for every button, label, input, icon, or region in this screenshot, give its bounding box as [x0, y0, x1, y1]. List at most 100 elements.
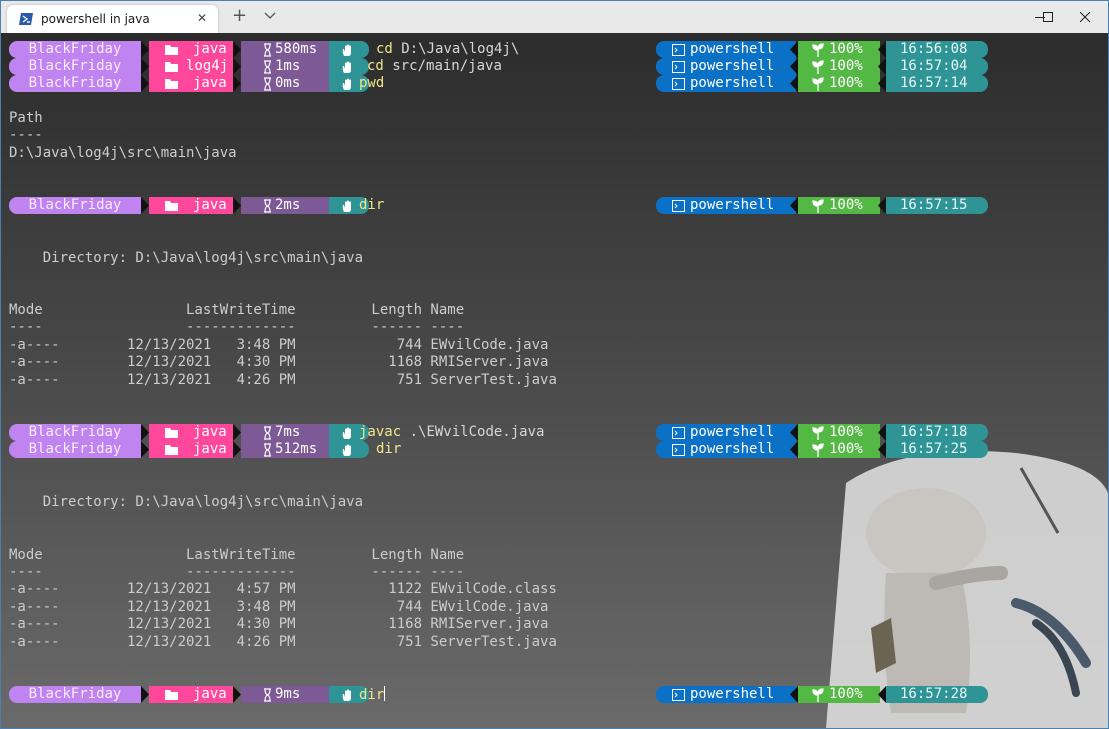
clock-time: 16:57:04	[900, 58, 968, 74]
clock-time: 16:57:28	[900, 686, 968, 702]
shell-name: powershell	[690, 41, 775, 57]
folder-icon	[165, 201, 178, 211]
sprout-icon	[812, 77, 824, 91]
command-text: pwd	[359, 75, 384, 92]
battery-level: 100%	[829, 686, 863, 702]
folder-icon	[165, 445, 178, 455]
prompt-user-segment: BlackFriday	[9, 75, 141, 92]
background-artwork	[826, 451, 1108, 728]
dir-table-row: -a---- 12/13/2021 4:30 PM 1168 RMIServer…	[9, 354, 549, 370]
right-prompt: powershell 100% 16:57:25	[656, 441, 988, 458]
segment-separator	[233, 41, 241, 58]
sprout-icon	[812, 688, 824, 702]
tab-title: powershell in java	[41, 12, 150, 26]
dir-table-header: Mode LastWriteTime Length Name	[9, 547, 465, 563]
hand-icon	[342, 61, 351, 73]
hand-icon	[342, 200, 351, 212]
shell-name: powershell	[690, 441, 775, 457]
chevron-down-icon[interactable]	[263, 8, 277, 22]
command-name: dir	[376, 441, 402, 457]
segment-separator	[141, 686, 149, 703]
clock-segment: 16:56:08	[886, 41, 988, 58]
powershell-icon	[19, 13, 33, 25]
battery-segment: 100%	[798, 424, 880, 441]
sprout-icon	[812, 426, 824, 440]
pwd-output-line: D:\Java\log4j\src\main\java	[9, 145, 237, 161]
folder-icon	[165, 45, 178, 55]
shell-segment: powershell	[656, 441, 796, 458]
segment-separator	[233, 686, 241, 703]
segment-separator	[790, 197, 798, 214]
terminal-pane[interactable]: BlackFriday java 580ms cd D:\Java\log4j\ pow…	[1, 33, 1108, 728]
clock-segment: 16:57:04	[886, 58, 988, 75]
battery-segment: 100%	[798, 75, 880, 92]
prompt-folder-name: java	[193, 424, 227, 440]
prompt-folder-name: java	[193, 441, 227, 457]
terminal-icon	[672, 444, 685, 456]
segment-separator	[141, 441, 149, 458]
prompt-duration-segment: 512ms	[241, 441, 329, 458]
prompt-folder-name: java	[193, 686, 227, 702]
prompt-folder-name: log4j	[186, 58, 229, 74]
terminal-icon	[672, 689, 685, 701]
prompt-folder-name: java	[193, 197, 227, 213]
battery-level: 100%	[829, 75, 863, 91]
prompt-duration-segment: 2ms	[241, 197, 329, 214]
hand-icon	[342, 44, 351, 56]
hourglass-icon	[264, 688, 271, 702]
hourglass-icon	[264, 60, 271, 74]
prompt-folder-segment: java	[149, 41, 233, 58]
prompt-user-segment: BlackFriday	[9, 197, 141, 214]
prompt-duration: 1ms	[275, 58, 301, 74]
close-window-button[interactable]	[1062, 1, 1108, 33]
new-tab-button[interactable]: +	[232, 7, 247, 25]
segment-separator	[878, 424, 886, 441]
tab-powershell[interactable]: powershell in java ✕	[7, 5, 218, 33]
hourglass-icon	[264, 199, 271, 213]
right-prompt: powershell 100% 16:57:18	[656, 424, 988, 441]
prompt-status-segment	[329, 41, 369, 58]
hand-icon	[342, 444, 351, 456]
right-prompt: powershell 100% 16:56:08	[656, 41, 988, 58]
battery-level: 100%	[829, 441, 863, 457]
dir-table-header: Mode LastWriteTime Length Name	[9, 302, 465, 318]
hourglass-icon	[264, 43, 271, 57]
dir-table-header: ---- ------------- ------ ----	[9, 564, 465, 580]
prompt-folder-segment: java	[149, 75, 233, 92]
clock-segment: 16:57:15	[886, 197, 988, 214]
sprout-icon	[812, 43, 824, 57]
prompt-status-segment	[329, 58, 369, 75]
prompt-duration: 0ms	[275, 75, 301, 91]
right-prompt: powershell 100% 16:57:28	[656, 686, 988, 703]
close-icon	[1080, 12, 1091, 23]
command-args: D:\Java\log4j\	[401, 41, 520, 57]
battery-segment: 100%	[798, 197, 880, 214]
battery-segment: 100%	[798, 686, 880, 703]
segment-separator	[878, 441, 886, 458]
segment-separator	[878, 75, 886, 92]
segment-separator	[878, 686, 886, 703]
segment-separator	[233, 75, 241, 92]
command-text: dir	[376, 441, 401, 458]
dir-table-row: -a---- 12/13/2021 4:30 PM 1168 RMIServer…	[9, 616, 549, 632]
shell-segment: powershell	[656, 58, 796, 75]
sprout-icon	[812, 199, 824, 213]
dir-table-row: -a---- 12/13/2021 4:26 PM 751 ServerTest…	[9, 372, 557, 388]
folder-icon	[165, 690, 178, 700]
tab-close-icon[interactable]: ✕	[197, 11, 207, 25]
segment-separator	[790, 424, 798, 441]
segment-separator	[141, 75, 149, 92]
prompt-status-segment	[329, 441, 369, 458]
hourglass-icon	[264, 77, 271, 91]
prompt-duration: 512ms	[275, 441, 318, 457]
dir-table-header: ---- ------------- ------ ----	[9, 319, 465, 335]
segment-separator	[233, 58, 241, 75]
prompt-duration: 7ms	[275, 424, 301, 440]
command-args: src/main/java	[392, 58, 502, 74]
folder-icon	[165, 79, 178, 89]
segment-separator	[141, 41, 149, 58]
command-text: javac .\EWvilCode.java	[359, 424, 544, 441]
prompt-duration: 2ms	[275, 197, 301, 213]
shell-segment: powershell	[656, 686, 796, 703]
right-prompt: powershell 100% 16:57:14	[656, 75, 988, 92]
